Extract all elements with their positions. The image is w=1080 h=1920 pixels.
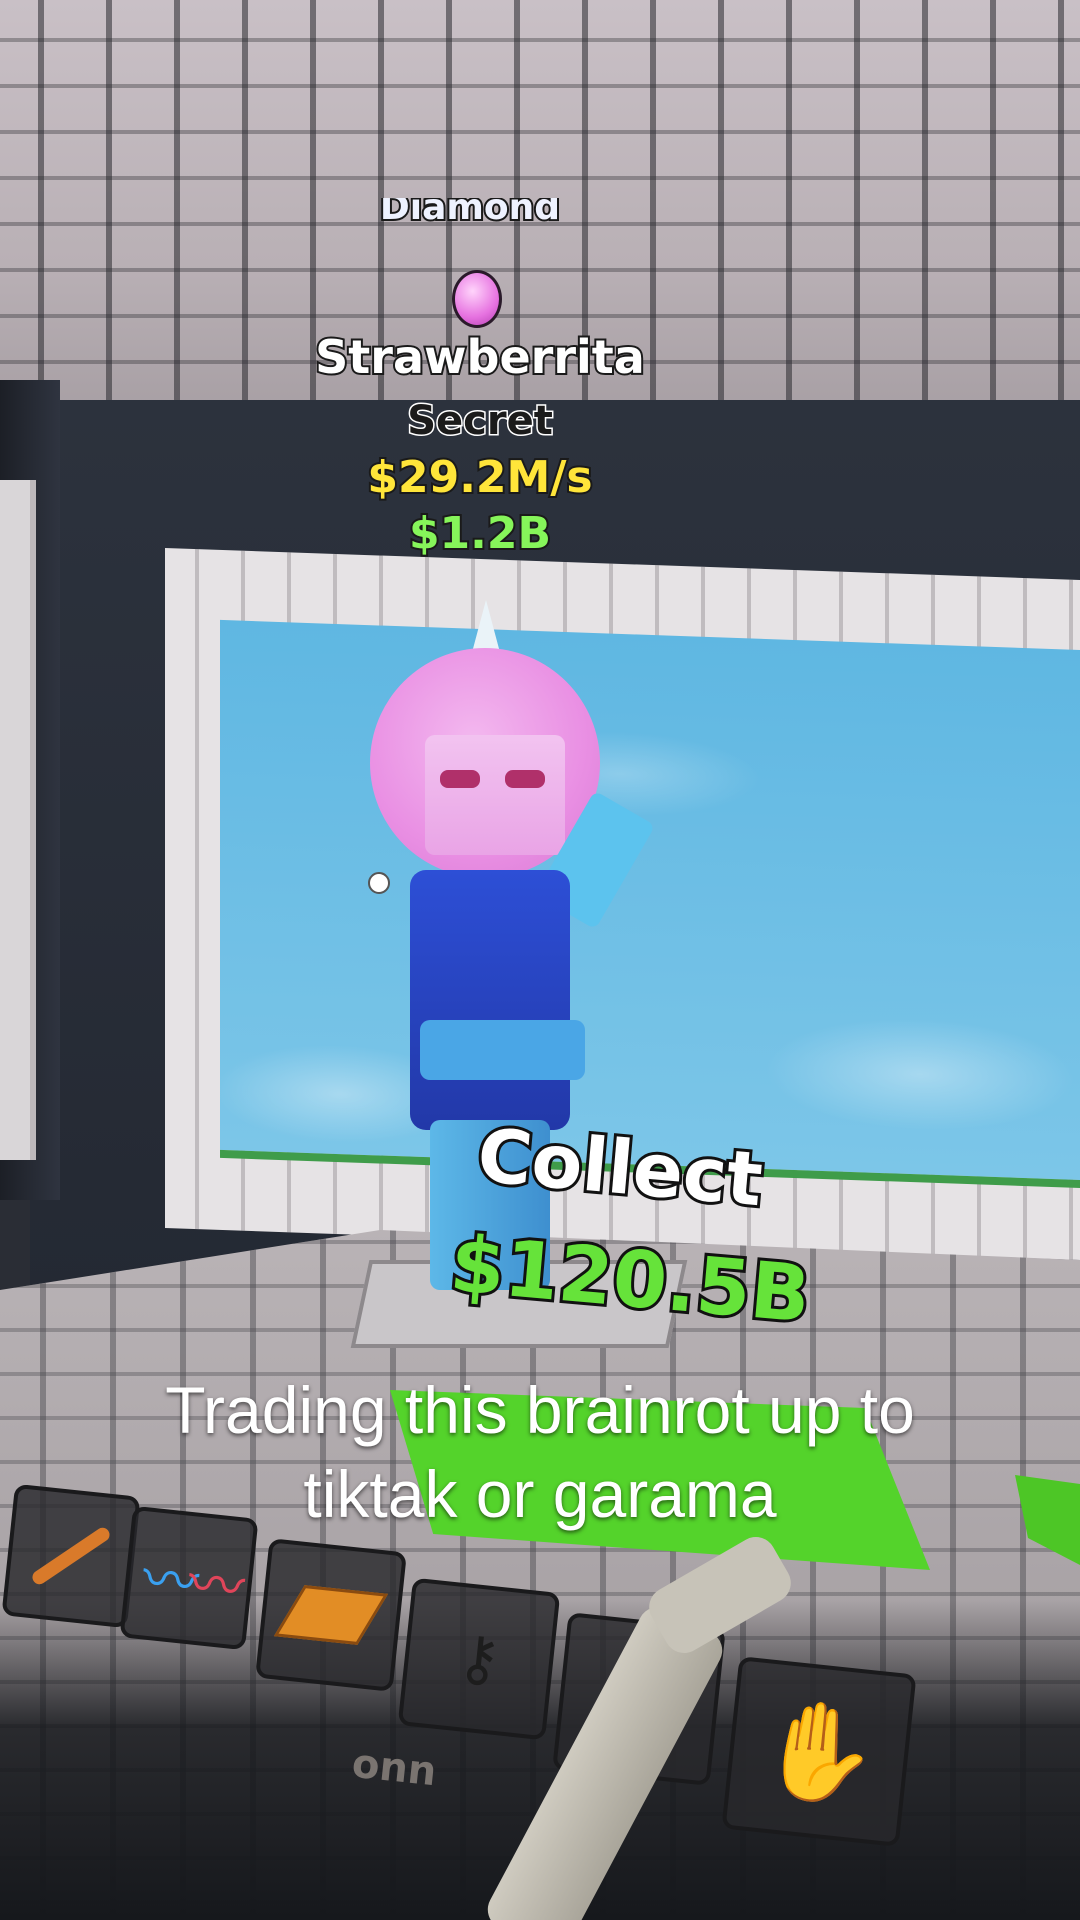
rarity-label: Secret: [406, 397, 555, 446]
monitor-brand: onn: [349, 1740, 439, 1796]
character-eye-right: [505, 770, 545, 788]
character-body[interactable]: [410, 870, 570, 1130]
hotbar-slot-4[interactable]: ⚷: [397, 1577, 561, 1741]
hotbar-slot-6[interactable]: ✋: [721, 1656, 917, 1847]
video-caption: Trading this brainrot up to tiktak or ga…: [60, 1368, 1020, 1536]
brainrot-name: Strawberrita: [313, 328, 647, 386]
character-face: [425, 735, 565, 855]
table-icon: [273, 1585, 389, 1645]
sky-painting: [220, 619, 1080, 1188]
character-eye-left: [440, 770, 480, 788]
hotbar-slot-3[interactable]: [255, 1538, 407, 1692]
hand-icon: ✋: [753, 1689, 885, 1814]
caption-line-1: Trading this brainrot up to: [165, 1373, 915, 1447]
mutation-label: Diamond: [378, 198, 562, 228]
character-belt: [420, 1020, 585, 1080]
key-icon: ⚷: [453, 1621, 505, 1697]
cursor-dot-icon: [368, 872, 390, 894]
left-picture-frame: [0, 480, 36, 1160]
diamond-gem-icon: [452, 270, 502, 328]
brainrot-price: $1.2B: [407, 506, 553, 561]
income-rate: $29.2M/s: [365, 450, 594, 505]
caption-line-2: tiktak or garama: [303, 1457, 777, 1531]
coils-icon: 〰〰: [139, 1545, 238, 1621]
game-viewport[interactable]: Diamond Strawberrita Secret $29.2M/s $1.…: [0, 0, 1080, 1920]
